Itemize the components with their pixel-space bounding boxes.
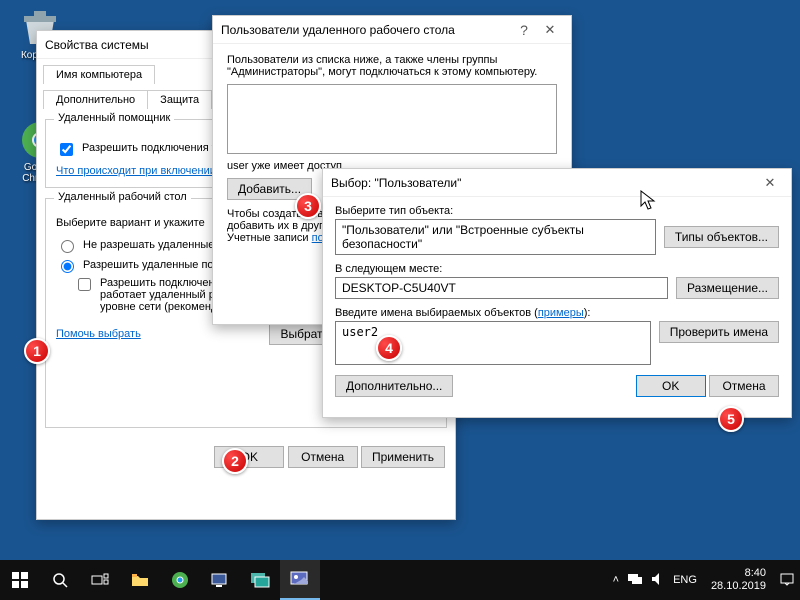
tab-advanced[interactable]: Дополнительно bbox=[43, 90, 148, 109]
help-choose-link[interactable]: Помочь выбрать bbox=[56, 328, 141, 340]
start-button[interactable] bbox=[0, 560, 40, 600]
cancel-button[interactable]: Отмена bbox=[709, 375, 779, 397]
titlebar[interactable]: Выбор: "Пользователи" ✕ bbox=[323, 169, 791, 197]
language-indicator[interactable]: ENG bbox=[673, 574, 697, 586]
window-title: Выбор: "Пользователи" bbox=[331, 176, 757, 190]
enter-names-label: Введите имена выбираемых объектов bbox=[335, 307, 531, 319]
cancel-button[interactable]: Отмена bbox=[288, 446, 358, 468]
tray-network-icon[interactable] bbox=[627, 572, 643, 589]
object-type-field: "Пользователи" или "Встроенные субъекты … bbox=[335, 219, 656, 255]
object-type-label: Выберите тип объекта: bbox=[335, 205, 779, 217]
users-listbox[interactable] bbox=[227, 84, 557, 154]
what-happens-link[interactable]: Что происходит при включении bbox=[56, 165, 216, 177]
radio[interactable] bbox=[61, 260, 74, 273]
radio-label: Не разрешать удаленные bbox=[83, 239, 214, 251]
apply-button[interactable]: Применить bbox=[361, 446, 445, 468]
advanced-button[interactable]: Дополнительно... bbox=[335, 375, 453, 397]
annotation-marker-1: 1 bbox=[24, 338, 50, 364]
clock-date: 28.10.2019 bbox=[711, 580, 766, 593]
close-icon[interactable]: ✕ bbox=[757, 173, 783, 193]
checkbox[interactable] bbox=[60, 143, 73, 156]
taskbar-app-chrome[interactable] bbox=[160, 560, 200, 600]
taskbar-app-monitor[interactable] bbox=[240, 560, 280, 600]
taskbar: ˄ ENG 8:40 28.10.2019 bbox=[0, 560, 800, 600]
taskbar-app-rdp[interactable] bbox=[200, 560, 240, 600]
clock-time: 8:40 bbox=[711, 567, 766, 580]
group-legend: Удаленный рабочий стол bbox=[54, 191, 191, 203]
tray-notifications-icon[interactable] bbox=[780, 572, 794, 589]
examples-link[interactable]: примеры bbox=[538, 307, 584, 319]
tab-protection[interactable]: Защита bbox=[147, 90, 212, 109]
tray-chevron-icon[interactable]: ˄ bbox=[613, 574, 619, 586]
tab-computer-name[interactable]: Имя компьютера bbox=[43, 65, 155, 84]
search-icon[interactable] bbox=[40, 560, 80, 600]
radio[interactable] bbox=[61, 240, 74, 253]
window-title: Пользователи удаленного рабочего стола bbox=[221, 23, 511, 37]
titlebar[interactable]: Пользователи удаленного рабочего стола ?… bbox=[213, 16, 571, 44]
select-users-dialog: Выбор: "Пользователи" ✕ Выберите тип объ… bbox=[322, 168, 792, 418]
tray-volume-icon[interactable] bbox=[651, 572, 665, 589]
check-names-button[interactable]: Проверить имена bbox=[659, 321, 779, 343]
location-field: DESKTOP-C5U40VT bbox=[335, 277, 668, 299]
group-legend: Удаленный помощник bbox=[54, 112, 174, 124]
taskbar-clock[interactable]: 8:40 28.10.2019 bbox=[705, 567, 772, 593]
taskbar-app-active[interactable] bbox=[280, 560, 320, 600]
taskbar-app-explorer[interactable] bbox=[120, 560, 160, 600]
location-label: В следующем месте: bbox=[335, 263, 779, 275]
annotation-marker-2: 2 bbox=[222, 448, 248, 474]
system-tray: ˄ ENG 8:40 28.10.2019 bbox=[613, 567, 800, 593]
users-description: Пользователи из списка ниже, а также чле… bbox=[227, 54, 557, 78]
object-types-button[interactable]: Типы объектов... bbox=[664, 226, 779, 248]
help-icon[interactable]: ? bbox=[511, 20, 537, 40]
annotation-marker-5: 5 bbox=[718, 406, 744, 432]
ok-button[interactable]: OK bbox=[636, 375, 706, 397]
annotation-marker-4: 4 bbox=[376, 335, 402, 361]
task-view-icon[interactable] bbox=[80, 560, 120, 600]
mouse-cursor bbox=[640, 190, 656, 215]
locations-button[interactable]: Размещение... bbox=[676, 277, 779, 299]
checkbox[interactable] bbox=[78, 278, 91, 291]
close-icon[interactable]: ✕ bbox=[537, 20, 563, 40]
annotation-marker-3: 3 bbox=[295, 193, 321, 219]
